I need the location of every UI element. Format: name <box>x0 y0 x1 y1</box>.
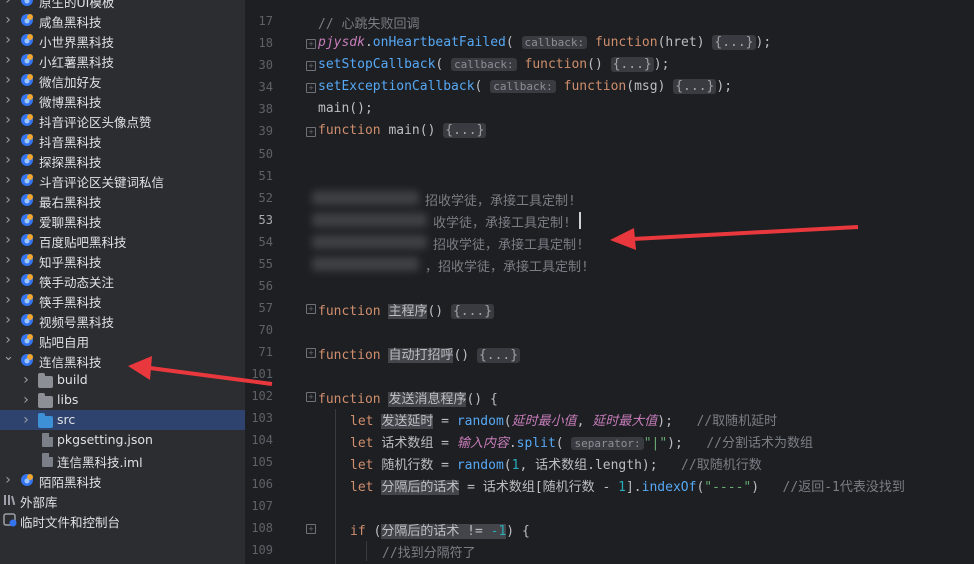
arrow-to-lianxin <box>128 356 273 386</box>
annotation-arrows <box>128 225 859 386</box>
arrow-to-blurred-lines <box>610 225 859 250</box>
